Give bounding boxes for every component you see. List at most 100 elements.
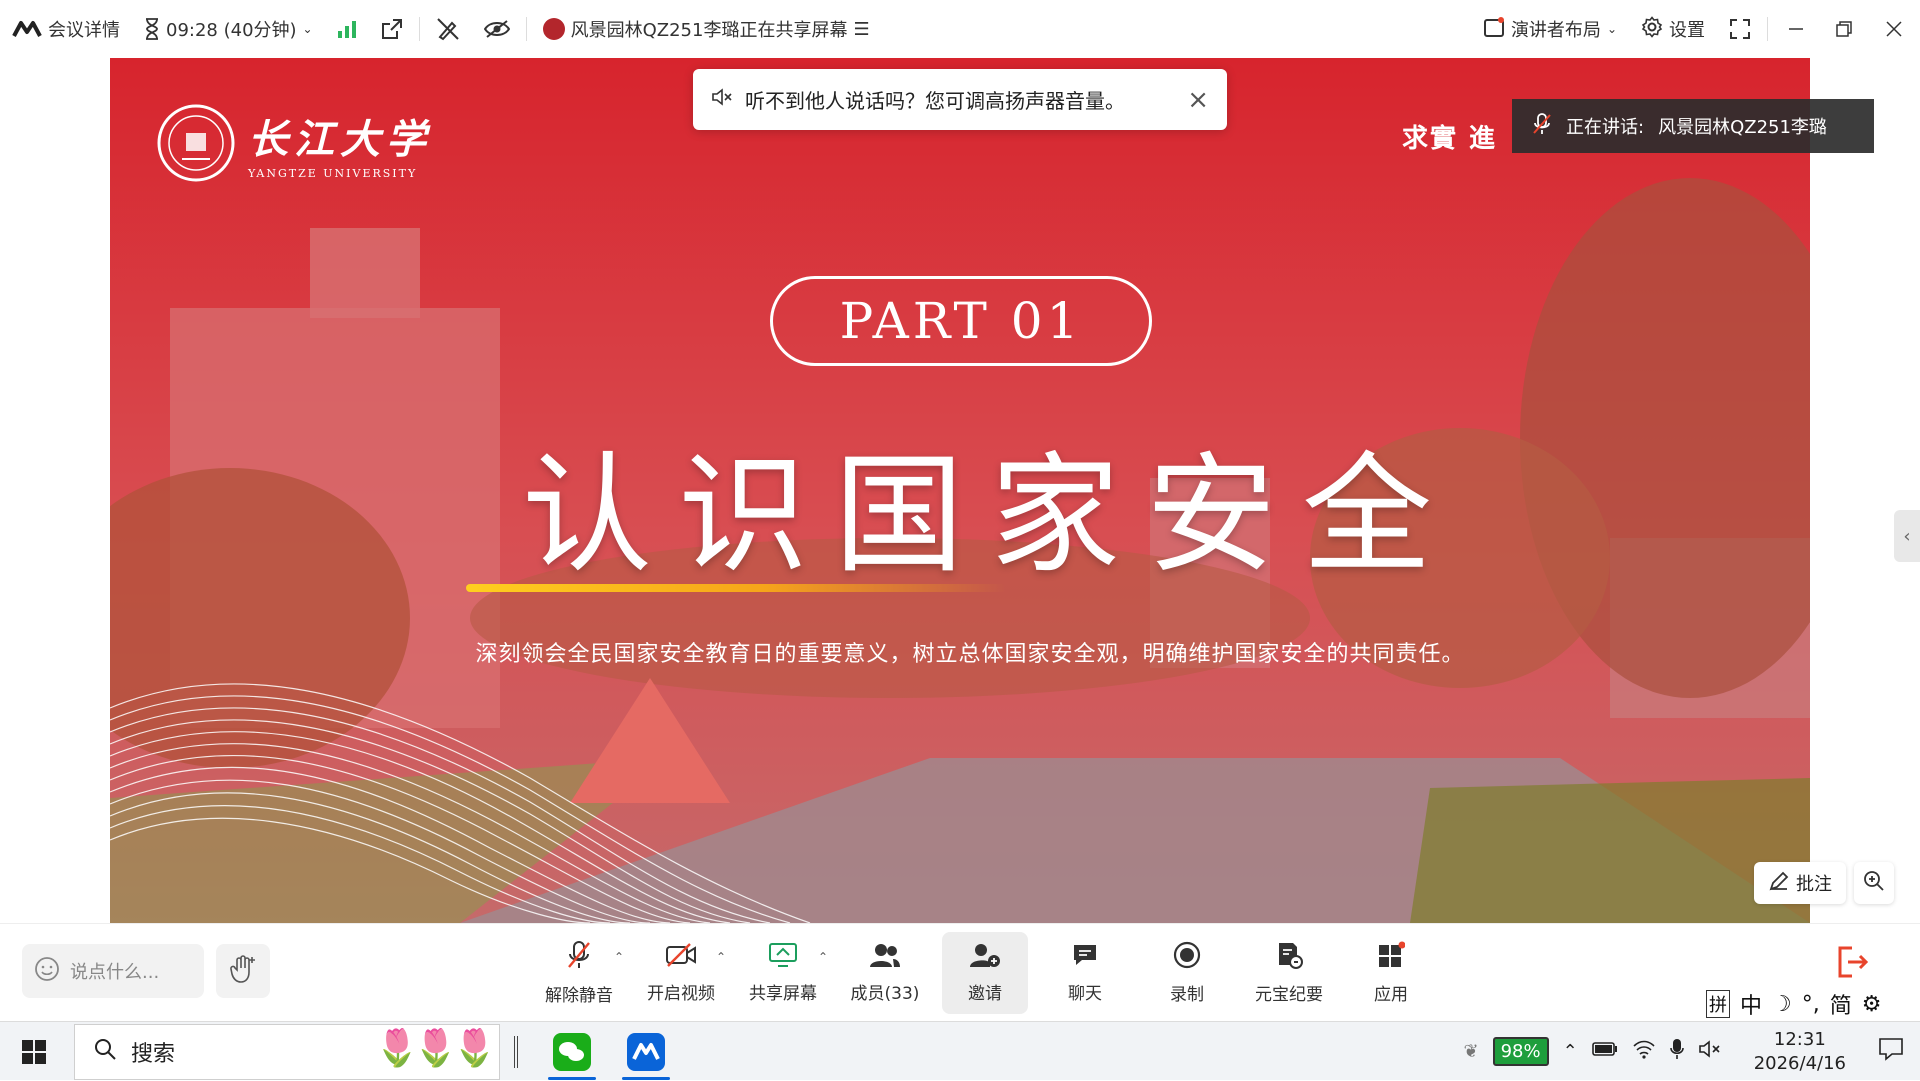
taskbar-search-box[interactable]: 搜索 🌷🌷🌷 xyxy=(74,1024,500,1080)
leave-meeting-icon[interactable] xyxy=(1834,944,1874,984)
university-logo: 长江大学 YANGTZE UNIVERSITY xyxy=(156,103,432,183)
emoji-icon xyxy=(34,956,60,987)
side-panel-toggle[interactable]: ‹ xyxy=(1894,510,1920,562)
logo-english-name: YANGTZE UNIVERSITY xyxy=(248,167,432,180)
chat-label: 聊天 xyxy=(1068,979,1102,1004)
popout-icon[interactable] xyxy=(369,0,415,58)
hourglass-icon xyxy=(144,18,160,40)
battery-icon[interactable] xyxy=(1592,1041,1618,1062)
taskbar-clock[interactable]: 12:31 2026/4/16 xyxy=(1754,1028,1846,1075)
topbar-right: 演讲者布局 ⌄ 设置 xyxy=(1471,0,1920,58)
share-screen-icon xyxy=(768,942,798,973)
taskbar-divider xyxy=(514,1036,518,1068)
university-motto: 求實 進 xyxy=(1402,118,1497,155)
share-screen-button[interactable]: 共享屏幕 ⌃ xyxy=(732,932,834,1014)
close-icon[interactable] xyxy=(1868,0,1920,58)
zoom-in-button[interactable] xyxy=(1854,862,1894,904)
part-label: PART 01 xyxy=(770,276,1152,366)
volume-muted-icon[interactable] xyxy=(1698,1039,1722,1064)
start-video-button[interactable]: 开启视频 ⌃ xyxy=(630,932,732,1014)
meeting-details-button[interactable]: 会议详情 xyxy=(0,0,132,58)
tulips-decoration: 🌷🌷🌷 xyxy=(375,1027,491,1069)
members-label: 成员(33) xyxy=(851,979,920,1004)
ime-simplified[interactable]: 简 xyxy=(1830,988,1852,1020)
battery-percentage[interactable]: 98% xyxy=(1493,1037,1549,1066)
restore-icon[interactable] xyxy=(1820,0,1868,58)
clock-time: 12:31 xyxy=(1774,1028,1826,1051)
unmute-button[interactable]: 解除静音 ⌃ xyxy=(528,932,630,1014)
ime-moon-icon[interactable]: ☽ xyxy=(1772,992,1792,1017)
sharer-info[interactable]: 风景园林QZ251李璐正在共享屏幕 ☰ xyxy=(531,0,882,58)
add-user-icon xyxy=(969,942,1001,973)
chevron-up-icon[interactable]: ⌃ xyxy=(1563,1041,1578,1062)
annotate-button[interactable]: 批注 xyxy=(1754,862,1846,904)
slide-subtitle: 深刻领会全民国家安全教育日的重要意义，树立总体国家安全观，明确维护国家安全的共同… xyxy=(310,636,1630,668)
ime-settings-icon[interactable]: ⚙ xyxy=(1862,992,1882,1017)
clock-date: 2026/4/16 xyxy=(1754,1052,1846,1075)
speaking-indicator: 正在讲话: 风景园林QZ251李璐 xyxy=(1512,99,1874,153)
search-icon xyxy=(93,1037,117,1067)
hide-eye-icon[interactable] xyxy=(472,0,522,58)
record-button[interactable]: 录制 xyxy=(1136,932,1238,1014)
speaker-layout-button[interactable]: 演讲者布局 ⌄ xyxy=(1471,0,1629,58)
apps-button[interactable]: 应用 xyxy=(1340,932,1442,1014)
tencent-meeting-taskbar-icon[interactable] xyxy=(614,1024,678,1080)
speaking-label: 正在讲话: xyxy=(1566,113,1644,139)
speaker-layout-label: 演讲者布局 xyxy=(1511,16,1601,42)
leaf-icon[interactable]: ❦ xyxy=(1464,1041,1479,1062)
slide-title: 认识国家安全 xyxy=(490,410,1490,598)
network-signal-icon[interactable] xyxy=(325,0,369,58)
chevron-down-icon: ⌄ xyxy=(303,22,313,36)
summary-doc-icon xyxy=(1275,941,1303,974)
gear-icon xyxy=(1641,16,1663,43)
toast-message: 听不到他人说话吗？您可调高扬声器音量。 xyxy=(745,85,1125,114)
mic-off-icon xyxy=(566,940,592,975)
minimize-icon[interactable] xyxy=(1772,0,1820,58)
chat-icon xyxy=(1071,942,1099,973)
toast-close-button[interactable]: × xyxy=(1187,87,1209,113)
toolbar-buttons: 解除静音 ⌃ 开启视频 ⌃ 共享屏幕 ⌃ 成员(33) xyxy=(528,924,1442,1022)
ime-chinese-mode[interactable]: 中 xyxy=(1740,988,1762,1020)
chevron-up-icon[interactable]: ⌃ xyxy=(818,950,828,964)
ime-toolbar[interactable]: 拼 中 ☽ °, 简 ⚙ xyxy=(1700,989,1888,1019)
record-label: 录制 xyxy=(1170,980,1204,1005)
ime-punctuation-icon[interactable]: °, xyxy=(1802,992,1820,1017)
chevron-up-icon[interactable]: ⌃ xyxy=(614,950,624,964)
quick-chat-input[interactable]: 说点什么... xyxy=(22,944,204,998)
windows-taskbar: 拼 中 ☽ °, 简 ⚙ 搜索 🌷🌷🌷 ❦ 98% ⌃ xyxy=(0,1021,1920,1080)
microphone-icon[interactable] xyxy=(1670,1038,1684,1065)
yuanbao-summary-button[interactable]: 元宝纪要 xyxy=(1238,932,1340,1014)
members-icon xyxy=(869,942,901,973)
shared-screen: 长江大学 YANGTZE UNIVERSITY 求實 進 PART 01 认识国… xyxy=(110,58,1810,923)
chat-button[interactable]: 聊天 xyxy=(1034,932,1136,1014)
speaker-muted-icon xyxy=(711,87,733,112)
sharer-avatar xyxy=(543,18,565,40)
invite-button[interactable]: 邀请 xyxy=(942,932,1028,1014)
chevron-down-icon: ⌄ xyxy=(1607,22,1617,36)
unmute-label: 解除静音 xyxy=(545,981,613,1006)
windows-start-icon[interactable] xyxy=(22,1040,46,1068)
annotation-off-icon[interactable] xyxy=(424,0,472,58)
apps-label: 应用 xyxy=(1374,980,1408,1005)
settings-label: 设置 xyxy=(1669,16,1705,42)
pen-icon xyxy=(1768,870,1790,897)
divider xyxy=(526,17,527,41)
invite-label: 邀请 xyxy=(968,979,1002,1004)
wifi-icon[interactable] xyxy=(1632,1039,1656,1064)
divider xyxy=(419,17,420,41)
notification-icon[interactable] xyxy=(1878,1037,1904,1066)
meeting-topbar: 会议详情 09:28 (40分钟) ⌄ 风景园林QZ251李璐正在共享屏幕 ☰ … xyxy=(0,0,1920,58)
wechat-taskbar-icon[interactable] xyxy=(540,1024,604,1080)
logo-chinese-name: 长江大学 xyxy=(248,107,432,165)
tencent-meeting-logo-icon xyxy=(12,20,42,38)
ime-pinyin-icon[interactable]: 拼 xyxy=(1706,990,1730,1018)
members-button[interactable]: 成员(33) xyxy=(834,932,936,1014)
chevron-up-icon[interactable]: ⌃ xyxy=(716,950,726,964)
settings-button[interactable]: 设置 xyxy=(1629,0,1717,58)
raise-hand-button[interactable] xyxy=(216,944,270,998)
zoom-in-icon xyxy=(1863,870,1885,896)
meeting-timer[interactable]: 09:28 (40分钟) ⌄ xyxy=(132,0,325,58)
fullscreen-icon[interactable] xyxy=(1717,0,1763,58)
mic-off-icon xyxy=(1532,113,1552,140)
speaking-name: 风景园林QZ251李璐 xyxy=(1658,113,1827,139)
